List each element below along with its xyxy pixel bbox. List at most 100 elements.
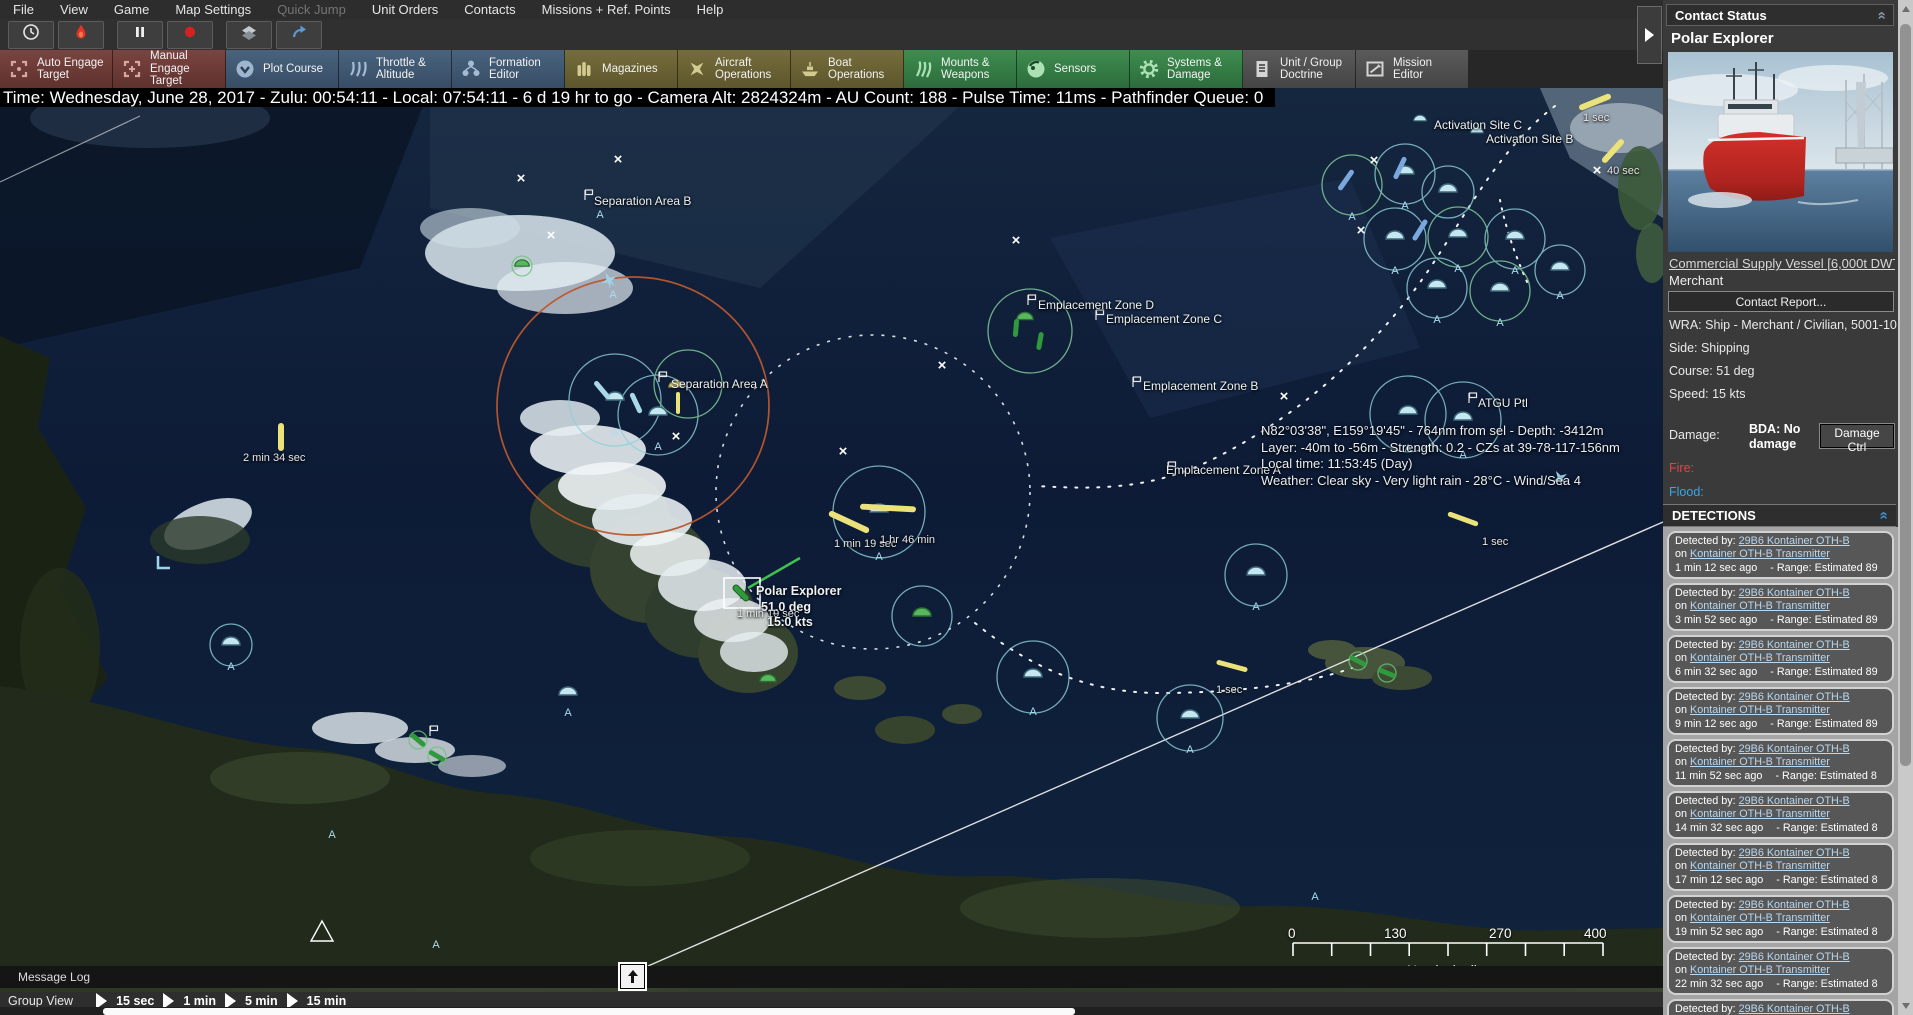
detection-platform-link[interactable]: Kontainer OTH-B Transmitter <box>1690 548 1830 560</box>
detection-entry[interactable]: Detected by: 29B6 Kontainer OTH-B on Kon… <box>1667 739 1894 787</box>
jump-to-button[interactable] <box>276 21 322 49</box>
pause-button[interactable] <box>117 21 163 49</box>
svg-text:A: A <box>596 209 604 221</box>
systems-gear-icon <box>1137 58 1161 80</box>
contact-status-header[interactable]: Contact Status » <box>1666 4 1894 26</box>
detection-sensor-link[interactable]: 29B6 Kontainer OTH-B <box>1739 795 1850 807</box>
auto-engage-target-button[interactable]: Auto EngageTarget <box>0 50 113 88</box>
detection-entry[interactable]: Detected by: 29B6 Kontainer OTH-B on Kon… <box>1667 531 1894 579</box>
layers-icon <box>239 23 259 46</box>
speed-1min-button[interactable]: 1 min <box>183 994 216 1008</box>
engagement-status-button[interactable] <box>58 21 104 49</box>
svg-text:A: A <box>654 441 662 453</box>
detection-entry[interactable]: Detected by: 29B6 Kontainer OTH-B on Kon… <box>1667 635 1894 683</box>
menu-missions-ref-points[interactable]: Missions + Ref. Points <box>529 1 684 18</box>
contact-report-button[interactable]: Contact Report... <box>1668 291 1894 312</box>
sensors-button[interactable]: Sensors <box>1017 50 1130 88</box>
menu-map-settings[interactable]: Map Settings <box>162 1 264 18</box>
contact-age-label: 1 sec <box>1216 684 1242 696</box>
detections-list: Detected by: 29B6 Kontainer OTH-B on Kon… <box>1663 527 1898 1015</box>
mission-editor-button[interactable]: MissionEditor <box>1356 50 1469 88</box>
fire-label: Fire: <box>1669 461 1694 475</box>
detection-platform-link[interactable]: Kontainer OTH-B Transmitter <box>1690 704 1830 716</box>
detection-sensor-link[interactable]: 29B6 Kontainer OTH-B <box>1739 899 1850 911</box>
sidebar-scrollbar-thumb[interactable] <box>1900 24 1911 766</box>
detection-entry[interactable]: Detected by: 29B6 Kontainer OTH-B on Kon… <box>1667 791 1894 839</box>
detection-platform-link[interactable]: Kontainer OTH-B Transmitter <box>1690 652 1830 664</box>
plot-course-button[interactable]: Plot Course <box>226 50 339 88</box>
detection-entry[interactable]: Detected by: 29B6 Kontainer OTH-B on Kon… <box>1667 999 1894 1015</box>
detections-header[interactable]: DETECTIONS » <box>1663 504 1896 527</box>
detection-sensor-link[interactable]: 29B6 Kontainer OTH-B <box>1739 847 1850 859</box>
menu-file[interactable]: File <box>0 1 47 18</box>
tactical-map[interactable]: ×× ×× ×× ×× ×× × AA AA AA AA AA AA AA AA… <box>0 88 1663 966</box>
zone-label: Separation Area A <box>671 377 768 391</box>
boat-operations-button[interactable]: BoatOperations <box>791 50 904 88</box>
detection-sensor-link[interactable]: 29B6 Kontainer OTH-B <box>1739 535 1850 547</box>
status-bar: Time: Wednesday, June 28, 2017 - Zulu: 0… <box>0 88 1275 107</box>
detection-entry[interactable]: Detected by: 29B6 Kontainer OTH-B on Kon… <box>1667 583 1894 631</box>
map-layers-button[interactable] <box>226 21 272 49</box>
speed-5min-button[interactable]: 5 min <box>245 994 278 1008</box>
svg-text:A: A <box>1454 263 1462 275</box>
detection-entry[interactable]: Detected by: 29B6 Kontainer OTH-B on Kon… <box>1667 843 1894 891</box>
detection-entry[interactable]: Detected by: 29B6 Kontainer OTH-B on Kon… <box>1667 687 1894 735</box>
message-log-bar[interactable]: Message Log <box>0 966 1663 988</box>
time-compression-button[interactable] <box>8 21 54 49</box>
record-button[interactable] <box>167 21 213 49</box>
scroll-down-icon[interactable] <box>1902 1003 1910 1009</box>
manual-engage-target-button[interactable]: ManualEngage Target <box>113 50 226 88</box>
detection-sensor-link[interactable]: 29B6 Kontainer OTH-B <box>1739 639 1850 651</box>
zone-label: Emplacement Zone C <box>1106 312 1222 326</box>
detection-sensor-link[interactable]: 29B6 Kontainer OTH-B <box>1739 743 1850 755</box>
detection-sensor-link[interactable]: 29B6 Kontainer OTH-B <box>1739 587 1850 599</box>
menu-view[interactable]: View <box>47 1 101 18</box>
detection-sensor-link[interactable]: 29B6 Kontainer OTH-B <box>1739 691 1850 703</box>
aircraft-operations-button[interactable]: AircraftOperations <box>678 50 791 88</box>
detection-entry[interactable]: Detected by: 29B6 Kontainer OTH-B on Kon… <box>1667 895 1894 943</box>
map-graphics: ×× ×× ×× ×× ×× × AA AA AA AA AA AA AA AA… <box>0 88 1663 966</box>
menu-game[interactable]: Game <box>101 1 162 18</box>
detection-platform-link[interactable]: Kontainer OTH-B Transmitter <box>1690 808 1830 820</box>
menu-unit-orders[interactable]: Unit Orders <box>359 1 451 18</box>
unit-group-doctrine-button[interactable]: Unit / GroupDoctrine <box>1243 50 1356 88</box>
speed-15min-button[interactable]: 15 min <box>307 994 347 1008</box>
speed-15sec-button[interactable]: 15 sec <box>116 994 154 1008</box>
contact-class-link[interactable]: Commercial Supply Vessel [6,000t DWT] <box>1669 256 1895 271</box>
expand-message-log-button[interactable] <box>620 964 645 989</box>
contact-category: Merchant <box>1669 273 1723 288</box>
systems-damage-button[interactable]: Systems &Damage <box>1130 50 1243 88</box>
menu-contacts[interactable]: Contacts <box>451 1 528 18</box>
pause-icon <box>131 23 149 46</box>
contact-age-label: 1 sec <box>1583 112 1609 124</box>
contact-status-panel: Contact Status » Polar Explorer <box>1663 0 1913 1015</box>
magazines-button[interactable]: Magazines <box>565 50 678 88</box>
svg-text:×: × <box>1012 232 1021 249</box>
collapse-chevron-icon[interactable]: » <box>1875 511 1890 519</box>
horizontal-scrollbar-thumb[interactable] <box>103 1008 1075 1015</box>
throttle-altitude-button[interactable]: Throttle &Altitude <box>339 50 452 88</box>
group-view-toggle[interactable]: Group View <box>8 994 73 1008</box>
mounts-weapons-button[interactable]: Mounts &Weapons <box>904 50 1017 88</box>
scale-ruler <box>1288 942 1610 957</box>
svg-text:×: × <box>839 443 848 460</box>
detection-entry[interactable]: Detected by: 29B6 Kontainer OTH-B on Kon… <box>1667 947 1894 995</box>
selected-unit-speed-label: 15.0 kts <box>767 615 813 629</box>
detection-platform-link[interactable]: Kontainer OTH-B Transmitter <box>1690 964 1830 976</box>
jump-arrow-icon <box>290 23 308 46</box>
formation-editor-button[interactable]: FormationEditor <box>452 50 565 88</box>
damage-ctrl-button[interactable]: Damage Ctrl <box>1820 424 1894 448</box>
damage-label: Damage: <box>1669 428 1720 442</box>
sidebar-scrollbar[interactable] <box>1898 0 1913 1015</box>
contact-age-label: 1 hr 46 min <box>880 534 935 546</box>
menu-help[interactable]: Help <box>684 1 737 18</box>
scroll-up-icon[interactable] <box>1902 6 1910 12</box>
detection-platform-link[interactable]: Kontainer OTH-B Transmitter <box>1690 600 1830 612</box>
sidebar-expander-button[interactable] <box>1637 6 1662 64</box>
detection-platform-link[interactable]: Kontainer OTH-B Transmitter <box>1690 756 1830 768</box>
detection-platform-link[interactable]: Kontainer OTH-B Transmitter <box>1690 860 1830 872</box>
detection-sensor-link[interactable]: 29B6 Kontainer OTH-B <box>1739 1003 1850 1015</box>
detection-platform-link[interactable]: Kontainer OTH-B Transmitter <box>1690 912 1830 924</box>
collapse-chevron-icon[interactable]: » <box>1873 11 1888 19</box>
detection-sensor-link[interactable]: 29B6 Kontainer OTH-B <box>1739 951 1850 963</box>
